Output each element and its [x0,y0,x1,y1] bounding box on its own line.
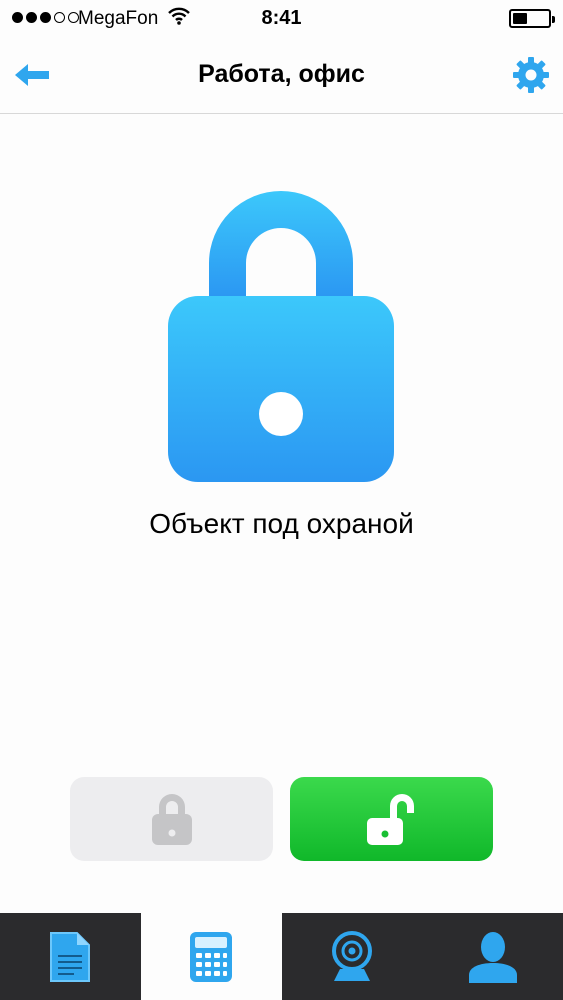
navigation-bar: Работа, офис [0,38,563,114]
padlock-closed-icon [151,794,192,845]
document-icon [50,931,91,982]
webcam-icon [331,930,372,981]
clock: 8:41 [261,7,302,29]
user-icon [468,931,517,983]
tab-profile[interactable] [422,913,563,1000]
calculator-icon [190,931,233,982]
padlock-open-icon [366,794,414,845]
tab-control[interactable] [140,913,282,1000]
padlock-closed-icon [168,191,394,482]
page-title: Работа, офис [198,60,365,88]
tab-cameras[interactable] [282,913,423,1000]
status-bar: MegaFon 8:41 [0,0,563,38]
battery-icon [509,9,555,28]
disarm-button[interactable] [290,777,493,861]
arm-button[interactable] [70,777,273,861]
tab-bar [0,913,563,1000]
tab-events[interactable] [0,913,141,1000]
settings-button[interactable] [512,56,550,94]
gear-icon [513,57,549,93]
security-status-text: Объект под охраной [149,508,414,539]
